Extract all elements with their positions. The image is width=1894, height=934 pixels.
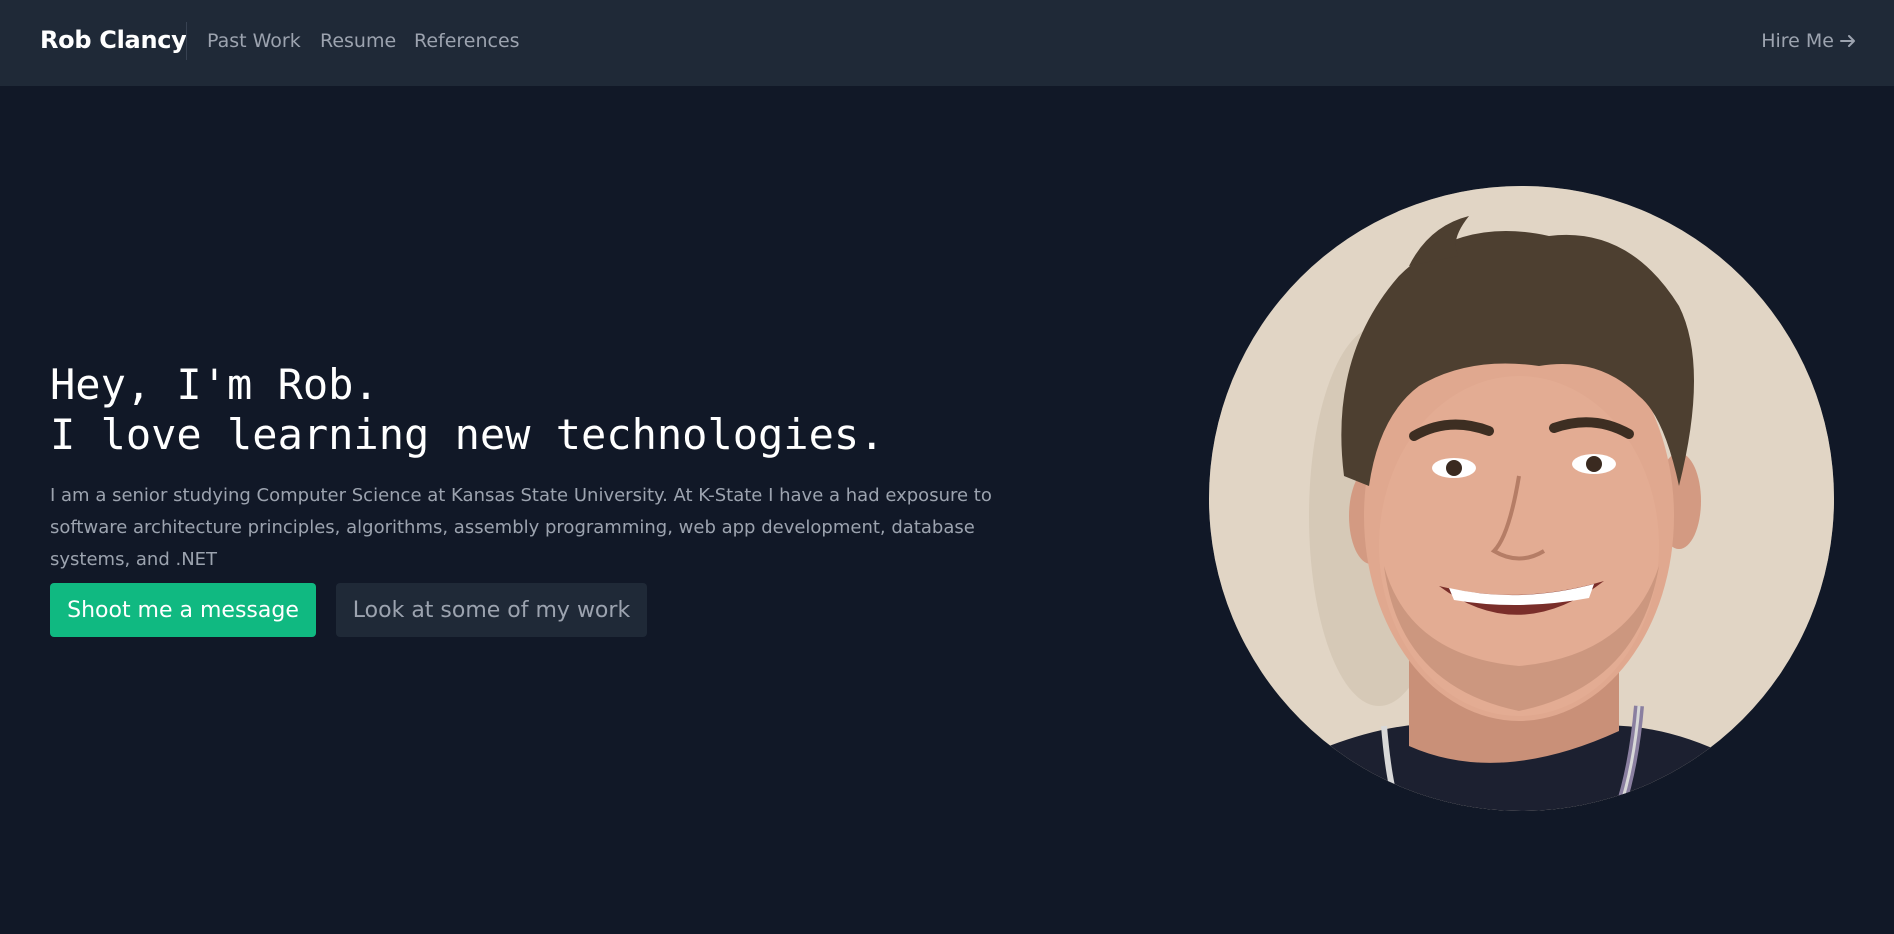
hero-title-line-1: Hey, I'm Rob. [50, 360, 379, 409]
hero-title-line-2: I love learning new technologies. [50, 410, 885, 459]
hire-me-link[interactable]: Hire Me [1761, 30, 1858, 52]
hire-me-label: Hire Me [1761, 30, 1834, 52]
hero-description: I am a senior studying Computer Science … [50, 485, 992, 570]
profile-photo [1209, 186, 1834, 811]
nav-link-references[interactable]: References [414, 30, 520, 52]
arrow-right-icon [1838, 31, 1858, 51]
nav-divider [186, 22, 187, 60]
message-button[interactable]: Shoot me a message [50, 583, 316, 637]
top-navbar: Rob Clancy Past Work Resume References H… [0, 0, 1894, 86]
nav-link-resume[interactable]: Resume [320, 30, 396, 52]
view-work-button[interactable]: Look at some of my work [336, 583, 647, 637]
hero-title: Hey, I'm Rob. I love learning new techno… [50, 360, 884, 460]
nav-link-past-work[interactable]: Past Work [207, 30, 301, 52]
brand-logo[interactable]: Rob Clancy [40, 26, 187, 54]
